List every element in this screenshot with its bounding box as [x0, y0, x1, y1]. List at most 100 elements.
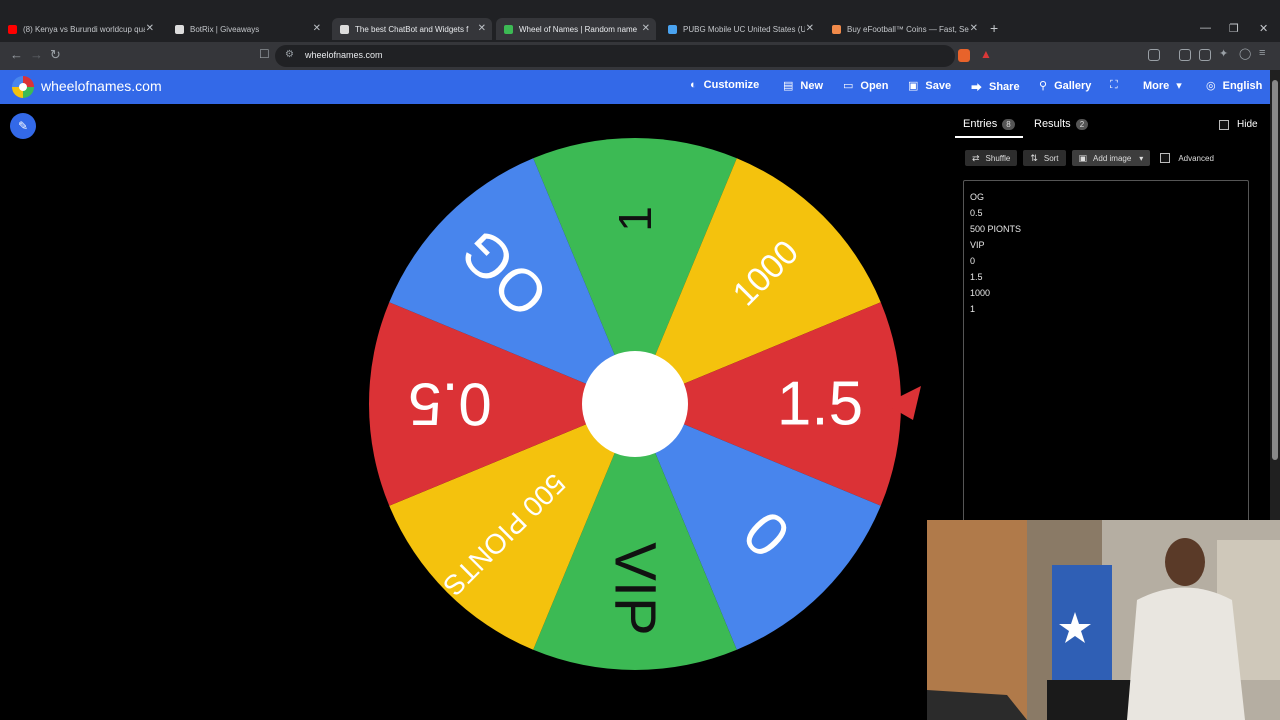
- browser-tab[interactable]: Buy eFootball™ Coins — Fast, Secure✕: [824, 18, 984, 40]
- close-tab-icon[interactable]: ✕: [642, 23, 650, 34]
- file-icon: ▤: [783, 80, 794, 92]
- url-field[interactable]: ⚙ wheelofnames.com: [275, 45, 955, 67]
- hide-checkbox[interactable]: [1219, 119, 1229, 130]
- restore-icon[interactable]: ❐: [1229, 22, 1239, 35]
- sort-icon: ⇅: [1030, 152, 1038, 163]
- close-tab-icon[interactable]: ✕: [478, 23, 486, 34]
- sidebar-icon[interactable]: [1179, 49, 1191, 61]
- new-tab-button[interactable]: +: [990, 20, 998, 36]
- site-name[interactable]: wheelofnames.com: [41, 78, 162, 94]
- reload-icon[interactable]: ↻: [50, 47, 61, 63]
- save-icon: ▣: [908, 80, 919, 92]
- menu-label: Gallery: [1054, 79, 1092, 92]
- wheel-segment-label: 1.5: [777, 370, 863, 439]
- browser-tab-bar: (8) Kenya vs Burundi worldcup quali ✕ BotR…: [0, 0, 1280, 42]
- url-text: wheelofnames.com: [305, 50, 383, 60]
- address-bar: ← → ↻ ☐ ⚙ wheelofnames.com ▲ ✦ ◯ ≡: [0, 42, 1280, 70]
- browser-tab[interactable]: The best ChatBot and Widgets f ✕: [332, 18, 492, 40]
- share-icon: ⮕: [971, 82, 982, 94]
- add-image-button[interactable]: ▣ Add image ▾: [1071, 150, 1151, 166]
- tab-favicon-icon: [668, 24, 677, 34]
- browser-tab[interactable]: PUBG Mobile UC United States (USA ✕: [660, 18, 820, 40]
- close-tab-icon[interactable]: ✕: [970, 23, 978, 34]
- tab-results[interactable]: Results 2: [1034, 118, 1089, 130]
- advanced-checkbox[interactable]: [1160, 153, 1171, 163]
- close-tab-icon[interactable]: ✕: [806, 23, 814, 34]
- leo-ai-icon[interactable]: ✦: [1219, 47, 1228, 60]
- close-tab-icon[interactable]: ✕: [313, 23, 321, 34]
- menu-open-button[interactable]: ▭ Open: [843, 79, 889, 93]
- extension-icon[interactable]: [1148, 49, 1160, 61]
- tab-title: The best ChatBot and Widgets f: [355, 24, 469, 34]
- globe-icon: ◎: [1206, 80, 1216, 92]
- tab-title: BotRix | Giveaways: [190, 24, 260, 34]
- back-icon[interactable]: ←: [10, 47, 23, 62]
- webcam-overlay: [927, 520, 1280, 720]
- tab-entries[interactable]: Entries 8: [963, 118, 1015, 130]
- entry-line: 1: [970, 304, 976, 314]
- tab-favicon-icon: [175, 24, 184, 34]
- tab-favicon-icon: [340, 24, 349, 34]
- entry-line: 1000: [970, 288, 991, 298]
- menu-new-button[interactable]: ▤ New: [783, 79, 824, 93]
- entry-line: 0.5: [970, 208, 983, 218]
- hide-toggle[interactable]: Hide: [1219, 119, 1258, 130]
- advanced-toggle[interactable]: Advanced: [1160, 153, 1214, 163]
- tab-title: Buy eFootball™ Coins — Fast, Secure: [847, 24, 969, 34]
- menu-label: Customize: [703, 79, 760, 91]
- menu-icon[interactable]: ≡: [1259, 47, 1265, 59]
- search-icon: ⚲: [1039, 80, 1048, 92]
- wheel-center-button[interactable]: [582, 351, 688, 457]
- forward-icon[interactable]: →: [30, 47, 43, 62]
- fullscreen-icon: ⛶: [1110, 79, 1118, 91]
- tab-title: PUBG Mobile UC United States (USA: [683, 24, 805, 34]
- tab-favicon-icon: [832, 24, 841, 34]
- menu-label: Save: [925, 79, 952, 92]
- tab-favicon-icon: [8, 24, 17, 34]
- browser-tab[interactable]: BotRix | Giveaways ✕: [167, 18, 327, 40]
- shuffle-button[interactable]: ⇄ Shuffle: [965, 150, 1018, 166]
- wheel[interactable]: 110001.50VIP500 PIONTS0.5OG: [369, 138, 929, 678]
- wallet-icon[interactable]: [1199, 49, 1211, 61]
- rewards-icon[interactable]: ▲: [980, 47, 992, 61]
- sort-button[interactable]: ⇅ Sort: [1023, 150, 1066, 166]
- tab-title: (8) Kenya vs Burundi worldcup quali: [23, 24, 145, 34]
- person-shirt: [1127, 587, 1245, 720]
- close-window-icon[interactable]: ✕: [1259, 22, 1268, 35]
- panel-tabs: Entries 8 Results 2 Hide: [955, 112, 1260, 140]
- menu-save-button[interactable]: ▣ Save: [908, 79, 952, 93]
- menu-customize-button[interactable]: ◐ Customize: [690, 79, 759, 91]
- close-tab-icon[interactable]: ✕: [146, 23, 154, 34]
- chevron-down-icon: ▾: [1176, 80, 1182, 92]
- folder-icon: ▭: [843, 80, 854, 92]
- menu-label: New: [800, 79, 824, 92]
- image-icon: ▣: [1078, 152, 1088, 163]
- vpn-icon[interactable]: ◯: [1239, 47, 1251, 60]
- minimize-icon[interactable]: —: [1200, 22, 1211, 34]
- browser-tab[interactable]: Wheel of Names | Random name ✕: [496, 18, 656, 40]
- menu-english-button[interactable]: ◎ English: [1206, 79, 1263, 93]
- results-count-badge: 2: [1075, 119, 1089, 130]
- menu-label: English: [1222, 79, 1263, 92]
- menu-fullscreen-button[interactable]: ⛶: [1110, 79, 1125, 92]
- entry-line: 1.5: [970, 272, 983, 282]
- entries-textarea[interactable]: OG 0.5 500 PIONTS VIP 0 1.5 1000 1: [963, 180, 1249, 525]
- menu-more-button[interactable]: More ▾: [1143, 79, 1189, 93]
- site-info-icon[interactable]: ⚙: [285, 49, 294, 60]
- entries-toolbar: ⇄ Shuffle ⇅ Sort ▣ Add image ▾ Advanced: [965, 150, 1214, 166]
- flag: [1052, 565, 1112, 680]
- entry-line: VIP: [970, 240, 985, 250]
- browser-tab[interactable]: (8) Kenya vs Burundi worldcup quali ✕: [0, 18, 160, 40]
- brave-shield-icon[interactable]: [958, 49, 970, 62]
- edit-pencil-icon[interactable]: ✎: [10, 113, 36, 139]
- menu-gallery-button[interactable]: ⚲ Gallery: [1039, 79, 1092, 93]
- wheel-logo-icon[interactable]: [12, 76, 34, 98]
- menu-share-button[interactable]: ⮕ Share: [971, 79, 1020, 95]
- shuffle-icon: ⇄: [972, 152, 980, 163]
- wheel-segment-label: 0.5: [408, 371, 491, 438]
- bookmark-icon[interactable]: ☐: [259, 47, 270, 61]
- site-header: wheelofnames.com ◐ Customize ▤ New ▭ Open ▣ Sav…: [0, 70, 1270, 104]
- entry-line: OG: [970, 192, 985, 202]
- wheel-segment-label: VIP: [603, 542, 668, 636]
- menu-label: Share: [989, 81, 1020, 93]
